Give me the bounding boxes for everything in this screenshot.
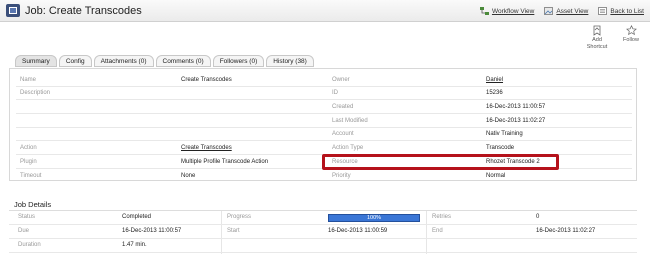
job-details-title: Job Details <box>14 200 52 209</box>
start-value: 16-Dec-2013 11:00:59 <box>328 228 388 234</box>
title-bar: Job: Create Transcodes Workflow View Ass… <box>0 0 650 22</box>
priority-value: Normal <box>486 173 506 179</box>
tab-followers[interactable]: Followers (0) <box>212 55 265 67</box>
due-label: Due <box>18 228 30 234</box>
action-label: Action <box>20 145 37 151</box>
detail-row: Timeout None Priority Normal <box>16 170 632 183</box>
timeout-value: None <box>181 173 196 179</box>
job-icon <box>6 4 20 17</box>
tab-comments[interactable]: Comments (0) <box>155 55 211 67</box>
start-label: Start <box>227 228 240 234</box>
asset-view-label: Asset View <box>556 7 589 15</box>
job-row: Duration 1.47 min. <box>9 239 637 253</box>
action-type-label: Action Type <box>332 145 364 151</box>
job-details-table: Status Completed Progress 100% Retries 0… <box>9 210 637 254</box>
workflow-icon <box>479 7 489 15</box>
detail-row: Created 16-Dec-2013 11:00:57 <box>16 101 632 114</box>
created-value: 16-Dec-2013 11:00:57 <box>486 104 546 110</box>
add-shortcut-button[interactable]: Add Shortcut <box>584 25 610 50</box>
follow-label: Follow <box>623 37 639 43</box>
description-label: Description <box>20 90 51 96</box>
status-label: Status <box>18 214 36 220</box>
resource-highlight-box <box>322 154 559 170</box>
detail-row: Description ID 15236 <box>16 87 632 100</box>
duration-value: 1.47 min. <box>122 242 147 248</box>
due-value: 16-Dec-2013 11:00:57 <box>122 228 182 234</box>
action-type-value: Transcode <box>486 145 515 151</box>
tab-attachments[interactable]: Attachments (0) <box>93 55 154 67</box>
account-label: Account <box>332 131 354 137</box>
detail-row: Name Create Transcodes Owner Daniel <box>16 74 632 87</box>
job-row: Due 16-Dec-2013 11:00:57 Start 16-Dec-20… <box>9 225 637 239</box>
tab-bar: Summary Config Attachments (0) Comments … <box>15 55 314 67</box>
name-value: Create Transcodes <box>181 77 232 83</box>
asset-view-link[interactable]: Asset View <box>544 7 588 15</box>
retries-value: 0 <box>536 214 540 220</box>
last-modified-label: Last Modified <box>332 118 368 124</box>
id-label: ID <box>332 90 338 96</box>
id-value: 15236 <box>486 90 503 96</box>
end-label: End <box>432 228 443 234</box>
page-title: Job: Create Transcodes <box>25 5 142 17</box>
plugin-value: Multiple Profile Transcode Action <box>181 159 269 165</box>
back-to-list-label: Back to List <box>610 7 644 15</box>
owner-link[interactable]: Daniel <box>486 77 503 83</box>
progress-text: 100% <box>366 215 382 221</box>
priority-label: Priority <box>332 173 351 179</box>
created-label: Created <box>332 104 354 110</box>
owner-label: Owner <box>332 77 350 83</box>
back-to-list-link[interactable]: Back to List <box>598 7 644 15</box>
asset-icon <box>544 7 554 15</box>
job-row: Status Completed Progress 100% Retries 0 <box>9 211 637 225</box>
tab-config[interactable]: Config <box>58 55 92 67</box>
end-value: 16-Dec-2013 11:02:27 <box>536 228 596 234</box>
tab-summary[interactable]: Summary <box>15 55 57 67</box>
list-icon <box>598 7 608 15</box>
star-icon <box>625 25 637 36</box>
add-shortcut-label: Add Shortcut <box>586 37 608 50</box>
workflow-view-link[interactable]: Workflow View <box>479 7 535 15</box>
workflow-view-label: Workflow View <box>491 7 535 15</box>
name-label: Name <box>20 77 37 83</box>
status-value: Completed <box>122 214 152 220</box>
detail-row: Account Nativ Training <box>16 128 632 141</box>
progress-bar: 100% <box>328 214 420 222</box>
timeout-label: Timeout <box>20 173 42 179</box>
summary-panel: Name Create Transcodes Owner Daniel Desc… <box>9 68 637 181</box>
last-modified-value: 16-Dec-2013 11:02:27 <box>486 118 546 124</box>
follow-button[interactable]: Follow <box>618 25 644 50</box>
plugin-label: Plugin <box>20 159 37 165</box>
progress-label: Progress <box>227 214 252 220</box>
duration-label: Duration <box>18 242 41 248</box>
action-link[interactable]: Create Transcodes <box>181 145 232 151</box>
retries-label: Retries <box>432 214 452 220</box>
detail-row: Last Modified 16-Dec-2013 11:02:27 <box>16 115 632 128</box>
shortcut-icon <box>593 25 601 36</box>
account-value: Nativ Training <box>486 131 523 137</box>
tab-history[interactable]: History (38) <box>266 55 314 67</box>
